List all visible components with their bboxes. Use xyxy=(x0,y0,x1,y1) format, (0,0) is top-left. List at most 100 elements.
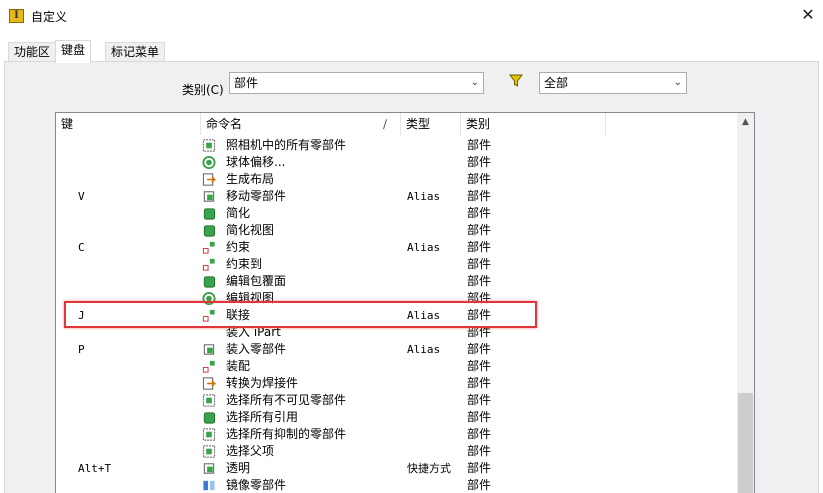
funnel-icon[interactable] xyxy=(509,74,523,88)
category-value: 部件 xyxy=(234,76,259,90)
row-key: C xyxy=(78,241,85,254)
select-suppressed-icon xyxy=(202,428,216,441)
row-command: 装入零部件 xyxy=(226,342,287,356)
table-row[interactable]: 选择所有引用 部件 xyxy=(56,409,736,426)
inventor-app-icon: I xyxy=(9,9,24,23)
scope-value: 全部 xyxy=(544,76,569,90)
header-type[interactable]: 类型 xyxy=(401,113,461,135)
constrain-to-icon xyxy=(202,258,215,271)
row-command: 选择父项 xyxy=(226,444,275,458)
row-category: 部件 xyxy=(467,410,492,424)
table-row[interactable]: 镜像零部件 部件 xyxy=(56,477,736,493)
title-bar: I 自定义 ✕ xyxy=(0,0,823,32)
chevron-down-icon: ⌄ xyxy=(470,77,479,88)
row-category: 部件 xyxy=(467,155,492,169)
table-row[interactable]: 转换为焊接件 部件 xyxy=(56,375,736,392)
header-command[interactable]: 命令名 xyxy=(201,113,401,135)
row-category: 部件 xyxy=(467,376,492,390)
sphere-offset-icon xyxy=(202,155,216,170)
row-command: 生成布局 xyxy=(226,172,275,186)
close-button[interactable]: ✕ xyxy=(796,4,820,26)
row-command: 选择所有抑制的零部件 xyxy=(226,427,347,441)
chevron-down-icon: ⌄ xyxy=(673,77,682,88)
row-command: 编辑包覆面 xyxy=(226,274,287,288)
row-category: 部件 xyxy=(467,189,492,203)
row-category: 部件 xyxy=(467,393,492,407)
tab-marking-menu[interactable]: 标记菜单 xyxy=(105,42,166,62)
scroll-up-arrow-icon[interactable]: ▲ xyxy=(737,115,754,129)
select-parent-icon xyxy=(202,445,216,458)
row-category: 部件 xyxy=(467,257,492,271)
table-row[interactable]: 选择父项 部件 xyxy=(56,443,736,460)
table-row[interactable]: 选择所有抑制的零部件 部件 xyxy=(56,426,736,443)
table-row[interactable]: 装配 部件 xyxy=(56,358,736,375)
row-category: 部件 xyxy=(467,359,492,373)
row-category: 部件 xyxy=(467,342,492,356)
row-type: Alias xyxy=(407,241,441,254)
row-key: Alt+T xyxy=(78,462,112,475)
row-category: 部件 xyxy=(467,138,492,152)
tab-keyboard[interactable]: 键盘 xyxy=(55,40,92,63)
row-type: Alias xyxy=(407,343,441,356)
sort-indicator-icon: ∕ xyxy=(383,117,388,131)
scroll-thumb[interactable] xyxy=(738,393,753,493)
tab-ribbon[interactable]: 功能区 xyxy=(8,42,57,62)
table-row[interactable]: P 装入零部件 Alias 部件 xyxy=(56,341,736,358)
row-command: 转换为焊接件 xyxy=(226,376,299,390)
convert-to-weldment-icon xyxy=(202,377,217,390)
place-component-icon xyxy=(203,344,215,355)
row-key: V xyxy=(78,190,85,203)
simplify-icon xyxy=(203,208,216,220)
window-title: 自定义 xyxy=(31,10,68,24)
row-command: 透明 xyxy=(226,461,251,475)
header-key[interactable]: 键 xyxy=(56,113,201,135)
select-invisible-icon xyxy=(202,394,216,407)
move-component-icon xyxy=(203,191,215,202)
table-row[interactable]: 编辑包覆面 部件 xyxy=(56,273,736,290)
table-row[interactable]: Alt+T 透明 快捷方式 部件 xyxy=(56,460,736,477)
row-category: 部件 xyxy=(467,478,492,492)
row-command: 简化 xyxy=(226,206,251,220)
scope-dropdown[interactable]: 全部 ⌄ xyxy=(539,72,687,94)
edit-envelope-icon xyxy=(203,276,216,288)
simplified-view-icon xyxy=(203,225,216,237)
category-label: 类别(C) xyxy=(182,83,224,97)
row-category: 部件 xyxy=(467,172,492,186)
row-type: 快捷方式 xyxy=(407,462,451,475)
row-command: 选择所有不可见零部件 xyxy=(226,393,347,407)
highlight-box xyxy=(64,301,537,328)
row-type: Alias xyxy=(407,190,441,203)
table-row[interactable]: 照相机中的所有零部件 部件 xyxy=(56,137,736,154)
table-row[interactable]: 选择所有不可见零部件 部件 xyxy=(56,392,736,409)
row-category: 部件 xyxy=(467,240,492,254)
vertical-scrollbar[interactable]: ▲ xyxy=(737,113,754,493)
row-command: 移动零部件 xyxy=(226,189,287,203)
row-category: 部件 xyxy=(467,206,492,220)
create-layout-icon xyxy=(202,173,217,186)
row-category: 部件 xyxy=(467,444,492,458)
table-row[interactable]: 约束到 部件 xyxy=(56,256,736,273)
row-category: 部件 xyxy=(467,461,492,475)
row-command: 球体偏移... xyxy=(226,155,286,169)
row-command: 约束 xyxy=(226,240,251,254)
assemble-icon xyxy=(202,360,215,373)
mirror-component-icon xyxy=(203,480,215,491)
header-category[interactable]: 类别 xyxy=(461,113,606,135)
row-command: 装配 xyxy=(226,359,251,373)
table-row[interactable]: C 约束 Alias 部件 xyxy=(56,239,736,256)
row-key: P xyxy=(78,343,85,356)
table-row[interactable]: 生成布局 部件 xyxy=(56,171,736,188)
table-row[interactable]: 简化 部件 xyxy=(56,205,736,222)
row-category: 部件 xyxy=(467,427,492,441)
constraint-icon xyxy=(202,241,215,254)
category-dropdown[interactable]: 部件 ⌄ xyxy=(229,72,484,94)
table-row[interactable]: V 移动零部件 Alias 部件 xyxy=(56,188,736,205)
table-row[interactable]: 简化视图 部件 xyxy=(56,222,736,239)
row-command: 选择所有引用 xyxy=(226,410,299,424)
table-row[interactable]: 球体偏移... 部件 xyxy=(56,154,736,171)
row-category: 部件 xyxy=(467,223,492,237)
row-category: 部件 xyxy=(467,274,492,288)
row-command: 镜像零部件 xyxy=(226,478,287,492)
column-header: 键 命令名 ∕ 类型 类别 xyxy=(56,113,736,135)
photograph-parts-icon xyxy=(202,139,216,152)
